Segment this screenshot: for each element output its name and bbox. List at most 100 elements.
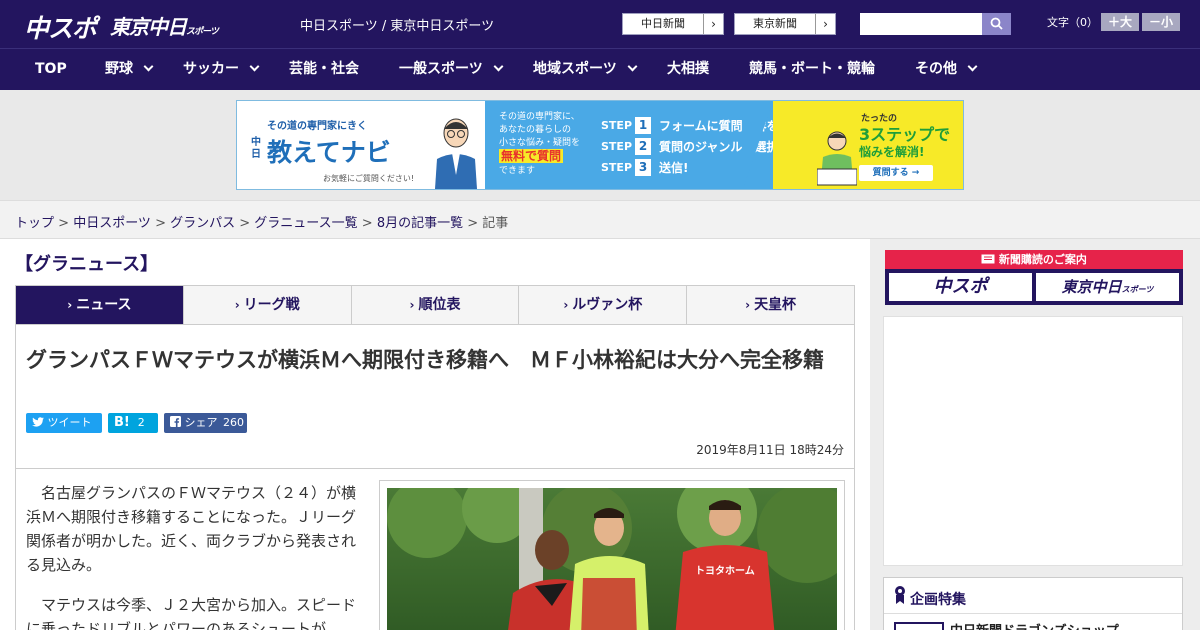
search-button[interactable]: [982, 13, 1011, 35]
nav-item-racing[interactable]: 競馬・ボート・競輪: [749, 49, 875, 90]
ad-middle-panel: その道の専門家に、 あなたの暮らしの 小さな悩み・疑問を 無料で質問 できます …: [485, 101, 803, 189]
sidebar-ad-slot: [883, 316, 1183, 566]
newspaper-icon: [981, 254, 995, 264]
feature-thumbnail[interactable]: [894, 622, 944, 630]
font-size-label: 文字（0）: [1047, 16, 1098, 29]
font-smaller-button[interactable]: －小: [1142, 13, 1180, 31]
tab-label: リーグ戦: [243, 297, 300, 313]
news-tabs: › ニュース › リーグ戦 › 順位表 › ルヴァン杯 › 天皇杯: [15, 285, 855, 325]
ad-right-panel: たったの 3ステップで 悩みを解消! 質問する →: [743, 101, 963, 189]
step-text: 送信!: [659, 161, 689, 175]
ad-brand-small: 中日: [251, 137, 261, 160]
facebook-share-count: 260: [223, 416, 244, 429]
tab-league[interactable]: › リーグ戦: [184, 286, 352, 324]
chuspo-logo[interactable]: 中スポ: [24, 9, 97, 45]
breadcrumb-separator: >: [235, 216, 255, 231]
chevron-down-icon: [627, 61, 638, 72]
tokyo-shimbun-button[interactable]: 東京新聞 ›: [734, 13, 836, 35]
nav-item-soccer[interactable]: サッカー: [183, 49, 260, 90]
breadcrumb-bar: トップ > 中日スポーツ > グランパス > グラニュース一覧 > 8月の記事一…: [0, 200, 1200, 239]
hatena-count: 2: [137, 416, 145, 429]
breadcrumb-link[interactable]: トップ: [15, 216, 54, 231]
chevron-right-icon: ›: [234, 298, 240, 312]
step-number: 3: [635, 159, 651, 176]
step-number: 2: [635, 138, 651, 155]
breadcrumb-link[interactable]: グランパス: [170, 216, 235, 231]
article-paragraph: 名古屋グランパスのＦＷマテウス（２４）が横浜Ｍへ期限付き移籍することになった。Ｊ…: [26, 484, 357, 574]
nav-item-label: サッカー: [183, 61, 239, 77]
ad-divider-shape: [743, 101, 773, 189]
breadcrumb-separator: >: [463, 216, 483, 231]
sidebar-tokyo-logo[interactable]: 東京中日スポーツ: [1036, 273, 1179, 301]
ad-desc-line: できます: [499, 166, 536, 176]
tweet-label: ツイート: [47, 416, 92, 429]
ad-ask-button[interactable]: 質問する →: [859, 165, 933, 181]
breadcrumb-current: 記事: [482, 216, 509, 231]
nav-item-sumo[interactable]: 大相撲: [667, 49, 709, 90]
tab-standings[interactable]: › 順位表: [352, 286, 520, 324]
tokyo-logo-sub: スポーツ: [186, 27, 219, 37]
feature-item-link[interactable]: 中日新聞ドラゴンズショップ: [950, 620, 1119, 630]
nav-item-other[interactable]: その他: [915, 49, 978, 90]
site-links[interactable]: 中日スポーツ / 東京中日スポーツ: [300, 15, 494, 34]
tab-label: ニュース: [76, 297, 132, 313]
ad-right-line3: 悩みを解消!: [859, 145, 925, 159]
chunichi-shimbun-button[interactable]: 中日新聞 ›: [622, 13, 724, 35]
nav-item-regional-sports[interactable]: 地域スポーツ: [533, 49, 638, 90]
hatena-bookmark-button[interactable]: B! 2: [108, 413, 158, 433]
arrow-right-icon: ›: [815, 14, 835, 34]
chevron-right-icon: ›: [745, 298, 751, 312]
ad-right-line2: 3ステップで: [859, 125, 951, 144]
soccer-players-photo: トヨタホーム: [387, 488, 837, 630]
tab-label: ルヴァン杯: [572, 297, 643, 313]
font-larger-button[interactable]: ＋大: [1101, 13, 1139, 31]
sidebar-chuspo-logo[interactable]: 中スポ: [889, 273, 1032, 301]
tab-label: 順位表: [418, 297, 461, 313]
facebook-share-label: シェア: [184, 416, 218, 429]
ad-desc-line: あなたの暮らしの: [499, 125, 572, 135]
article-headline: グランパスＦＷマテウスが横浜Ｍへ期限付き移籍へ ＭＦ小林裕紀は大分へ完全移籍: [26, 348, 824, 372]
nav-item-general-sports[interactable]: 一般スポーツ: [399, 49, 504, 90]
breadcrumb-link[interactable]: グラニュース一覧: [254, 216, 357, 231]
chunichi-shimbun-label: 中日新聞: [641, 17, 685, 30]
sidebar-tokyo-logo-sub: スポーツ: [1121, 285, 1154, 294]
advisor-illustration-icon: [435, 118, 477, 189]
tweet-button[interactable]: ツイート: [26, 413, 102, 433]
step-word: STEP: [601, 161, 633, 174]
nav-item-label: TOP: [35, 61, 67, 77]
ribbon-badge-icon: [895, 586, 905, 604]
hatena-icon: B!: [114, 415, 130, 430]
search-input[interactable]: [860, 13, 982, 35]
tokyo-logo-text: 東京中日: [110, 15, 187, 39]
tab-emperors-cup[interactable]: › 天皇杯: [687, 286, 854, 324]
oshiete-navi-banner-ad[interactable]: その道の専門家にきく 中日 教えてナビ お気軽にご質問ください! その道の専門家…: [236, 100, 964, 190]
chevron-down-icon: [143, 61, 154, 72]
user-at-laptop-icon: [817, 131, 857, 186]
facebook-share-button[interactable]: シェア 260: [164, 413, 247, 433]
nav-item-top[interactable]: TOP: [35, 49, 67, 90]
subscription-heading: 新聞購読のご案内: [885, 250, 1183, 269]
ad-tagline: その道の専門家にきく: [267, 121, 367, 132]
breadcrumb-link[interactable]: 中日スポーツ: [73, 216, 151, 231]
nav-item-baseball[interactable]: 野球: [105, 49, 154, 90]
ad-note: お気軽にご質問ください!: [323, 174, 415, 183]
tab-news[interactable]: › ニュース: [16, 286, 184, 324]
search-icon: [990, 17, 1003, 30]
nav-item-entertainment[interactable]: 芸能・社会: [289, 49, 359, 90]
article-photo[interactable]: トヨタホーム: [387, 488, 837, 630]
chevron-right-icon: ›: [67, 298, 73, 312]
feature-box: 企画特集 中日新聞ドラゴンズショップ: [883, 577, 1183, 630]
chevron-right-icon: ›: [409, 298, 415, 312]
tab-levain-cup[interactable]: › ルヴァン杯: [519, 286, 688, 324]
article-divider: [16, 468, 854, 469]
subscription-banner[interactable]: 新聞購読のご案内 中スポ 東京中日スポーツ: [885, 250, 1183, 305]
breadcrumb-link[interactable]: 8月の記事一覧: [377, 216, 463, 231]
chevron-down-icon: [967, 61, 978, 72]
tokyo-chunichi-logo[interactable]: 東京中日スポーツ: [110, 11, 219, 40]
article-date: 2019年8月11日 18時24分: [696, 443, 844, 457]
feature-title: 企画特集: [910, 592, 966, 608]
article-body: 名古屋グランパスのＦＷマテウス（２４）が横浜Ｍへ期限付き移籍することになった。Ｊ…: [26, 481, 366, 630]
article-photo-frame: トヨタホーム: [379, 480, 845, 630]
chevron-down-icon: [249, 61, 260, 72]
article-paragraph: マテウスは今季、Ｊ２大宮から加入。スピードに乗ったドリブルとパワーのあるシュート…: [26, 596, 357, 630]
